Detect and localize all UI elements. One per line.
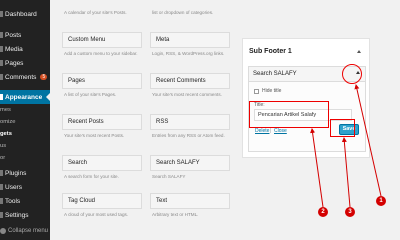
callout-badge-2: 2: [318, 207, 328, 217]
widget-recent-comments[interactable]: Recent Comments Your site's most recent …: [150, 73, 230, 98]
sidebar-item-label: Tools: [5, 197, 21, 205]
sidebar-subitem-label: mes: [0, 106, 11, 113]
comments-icon: [0, 74, 3, 80]
panel-collapse-icon[interactable]: [357, 50, 361, 53]
sidebar-item-appearance[interactable]: Appearance: [0, 90, 50, 104]
posts-icon: [0, 32, 3, 38]
users-icon: [0, 184, 3, 190]
sidebar-item-label: Settings: [5, 211, 29, 219]
sidebar-subitem-themes[interactable]: mes: [0, 104, 50, 115]
widget-custom-menu[interactable]: Custom Menu Add a custom menu to your si…: [62, 32, 142, 57]
widget-title[interactable]: Tag Cloud: [62, 193, 142, 209]
sidebar-item-label: Users: [5, 183, 22, 191]
sidebar-subitem-label: or: [0, 154, 6, 161]
widget-description: list or dropdown of categories.: [152, 10, 214, 15]
callout-badge-1: 1: [376, 196, 386, 206]
widget-title[interactable]: Recent Posts: [62, 114, 142, 130]
sidebar-subitem-widgets[interactable]: gets: [0, 128, 50, 139]
widget-description: Search SALAFY: [152, 174, 186, 179]
sidebar-item-label: Plugins: [5, 169, 27, 177]
widget-title[interactable]: Text: [150, 193, 230, 209]
sidebar-item-label: Media: [5, 45, 23, 53]
widget-description: A cloud of your most used tags.: [64, 212, 129, 217]
sidebar-item-label: Pages: [5, 59, 24, 67]
collapse-menu-button[interactable]: Collapse menu: [0, 224, 50, 238]
widget-title[interactable]: Recent Comments: [150, 73, 230, 89]
widget-description: A calendar of your site's Posts.: [64, 10, 127, 15]
widget-search[interactable]: Search A search form for your site.: [62, 155, 142, 180]
sidebar-item-posts[interactable]: Posts: [0, 28, 50, 42]
sidebar-item-comments[interactable]: Comments 5: [0, 70, 50, 84]
widget-description: A list of your site's Pages.: [64, 92, 117, 97]
sidebar-item-label: Dashboard: [5, 10, 37, 18]
plugins-icon: [0, 170, 3, 176]
widget-description: Your site's most recent comments.: [152, 92, 222, 97]
sidebar-item-media[interactable]: Media: [0, 42, 50, 56]
pages-icon: [0, 60, 3, 66]
sidebar-subitem-editor[interactable]: or: [0, 152, 50, 163]
media-icon: [0, 46, 3, 52]
sidebar-subitem-label: gets: [0, 130, 12, 137]
annotation-highlight-save: [330, 119, 355, 137]
widget-title[interactable]: Search SALAFY: [150, 155, 230, 171]
widget-recent-posts[interactable]: Recent Posts Your site's most recent Pos…: [62, 114, 142, 139]
tools-icon: [0, 198, 3, 204]
collapse-icon: [0, 228, 6, 234]
appearance-icon: [0, 94, 3, 100]
widget-title[interactable]: Meta: [150, 32, 230, 48]
widget-search-salafy[interactable]: Search SALAFY Search SALAFY: [150, 155, 230, 180]
widget-description: Arbitrary text or HTML.: [152, 212, 199, 217]
sidebar-item-settings[interactable]: Settings: [0, 208, 50, 222]
widget-description: A search form for your site.: [64, 174, 119, 179]
sidebar-subitem-customize[interactable]: omize: [0, 116, 50, 127]
sidebar-subitem-label: us: [0, 142, 7, 149]
sub-footer-sidebar-panel: Sub Footer 1 Search SALAFY Hide title Ti…: [242, 38, 370, 158]
annotation-highlight-title-field: [249, 101, 329, 128]
widget-description: Your site's most recent Posts.: [64, 133, 125, 138]
sidebar-item-pages[interactable]: Pages: [0, 56, 50, 70]
comments-count-badge: 5: [40, 74, 48, 80]
sidebar-item-label: Appearance: [5, 93, 43, 101]
hide-title-checkbox[interactable]: [254, 89, 259, 94]
widget-title: Search SALAFY: [253, 71, 297, 77]
widget-title[interactable]: Pages: [62, 73, 142, 89]
delete-link[interactable]: Delete: [255, 128, 269, 134]
sidebar-item-users[interactable]: Users: [0, 180, 50, 194]
sidebar-item-plugins[interactable]: Plugins: [0, 166, 50, 180]
widget-meta[interactable]: Meta Login, RSS, & WordPress.org links.: [150, 32, 230, 57]
callout-badge-3: 3: [345, 207, 355, 217]
widget-text[interactable]: Text Arbitrary text or HTML.: [150, 193, 230, 218]
hide-title-label: Hide title: [262, 88, 282, 94]
sidebar-item-tools[interactable]: Tools: [0, 194, 50, 208]
settings-icon: [0, 212, 3, 218]
widget-tag-cloud[interactable]: Tag Cloud A cloud of your most used tags…: [62, 193, 142, 218]
close-link[interactable]: Close: [274, 128, 287, 134]
sidebar-item-label: Comments: [5, 73, 37, 81]
admin-sidebar: Dashboard Posts Media Pages Comments 5 A…: [0, 0, 50, 240]
panel-title: Sub Footer 1: [249, 48, 292, 55]
annotation-highlight-toggle: [342, 64, 362, 84]
widget-title[interactable]: Custom Menu: [62, 32, 142, 48]
available-widgets: A calendar of your site's Posts. list or…: [50, 0, 240, 240]
widget-description: Login, RSS, & WordPress.org links.: [152, 51, 225, 56]
sidebar-item-label: Posts: [5, 31, 22, 39]
sidebar-subitem-menus[interactable]: us: [0, 140, 50, 151]
widget-title[interactable]: RSS: [150, 114, 230, 130]
dashboard-icon: [0, 11, 3, 17]
widget-title[interactable]: Search: [62, 155, 142, 171]
sidebar-item-dashboard[interactable]: Dashboard: [0, 7, 50, 21]
widget-description: Add a custom menu to your sidebar.: [64, 51, 138, 56]
sidebar-subitem-label: omize: [0, 118, 16, 125]
widget-pages[interactable]: Pages A list of your site's Pages.: [62, 73, 142, 98]
widget-description: Entries from any RSS or Atom feed.: [152, 133, 225, 138]
link-separator: |: [270, 128, 272, 134]
collapse-menu-label: Collapse menu: [8, 228, 49, 234]
widget-rss[interactable]: RSS Entries from any RSS or Atom feed.: [150, 114, 230, 139]
